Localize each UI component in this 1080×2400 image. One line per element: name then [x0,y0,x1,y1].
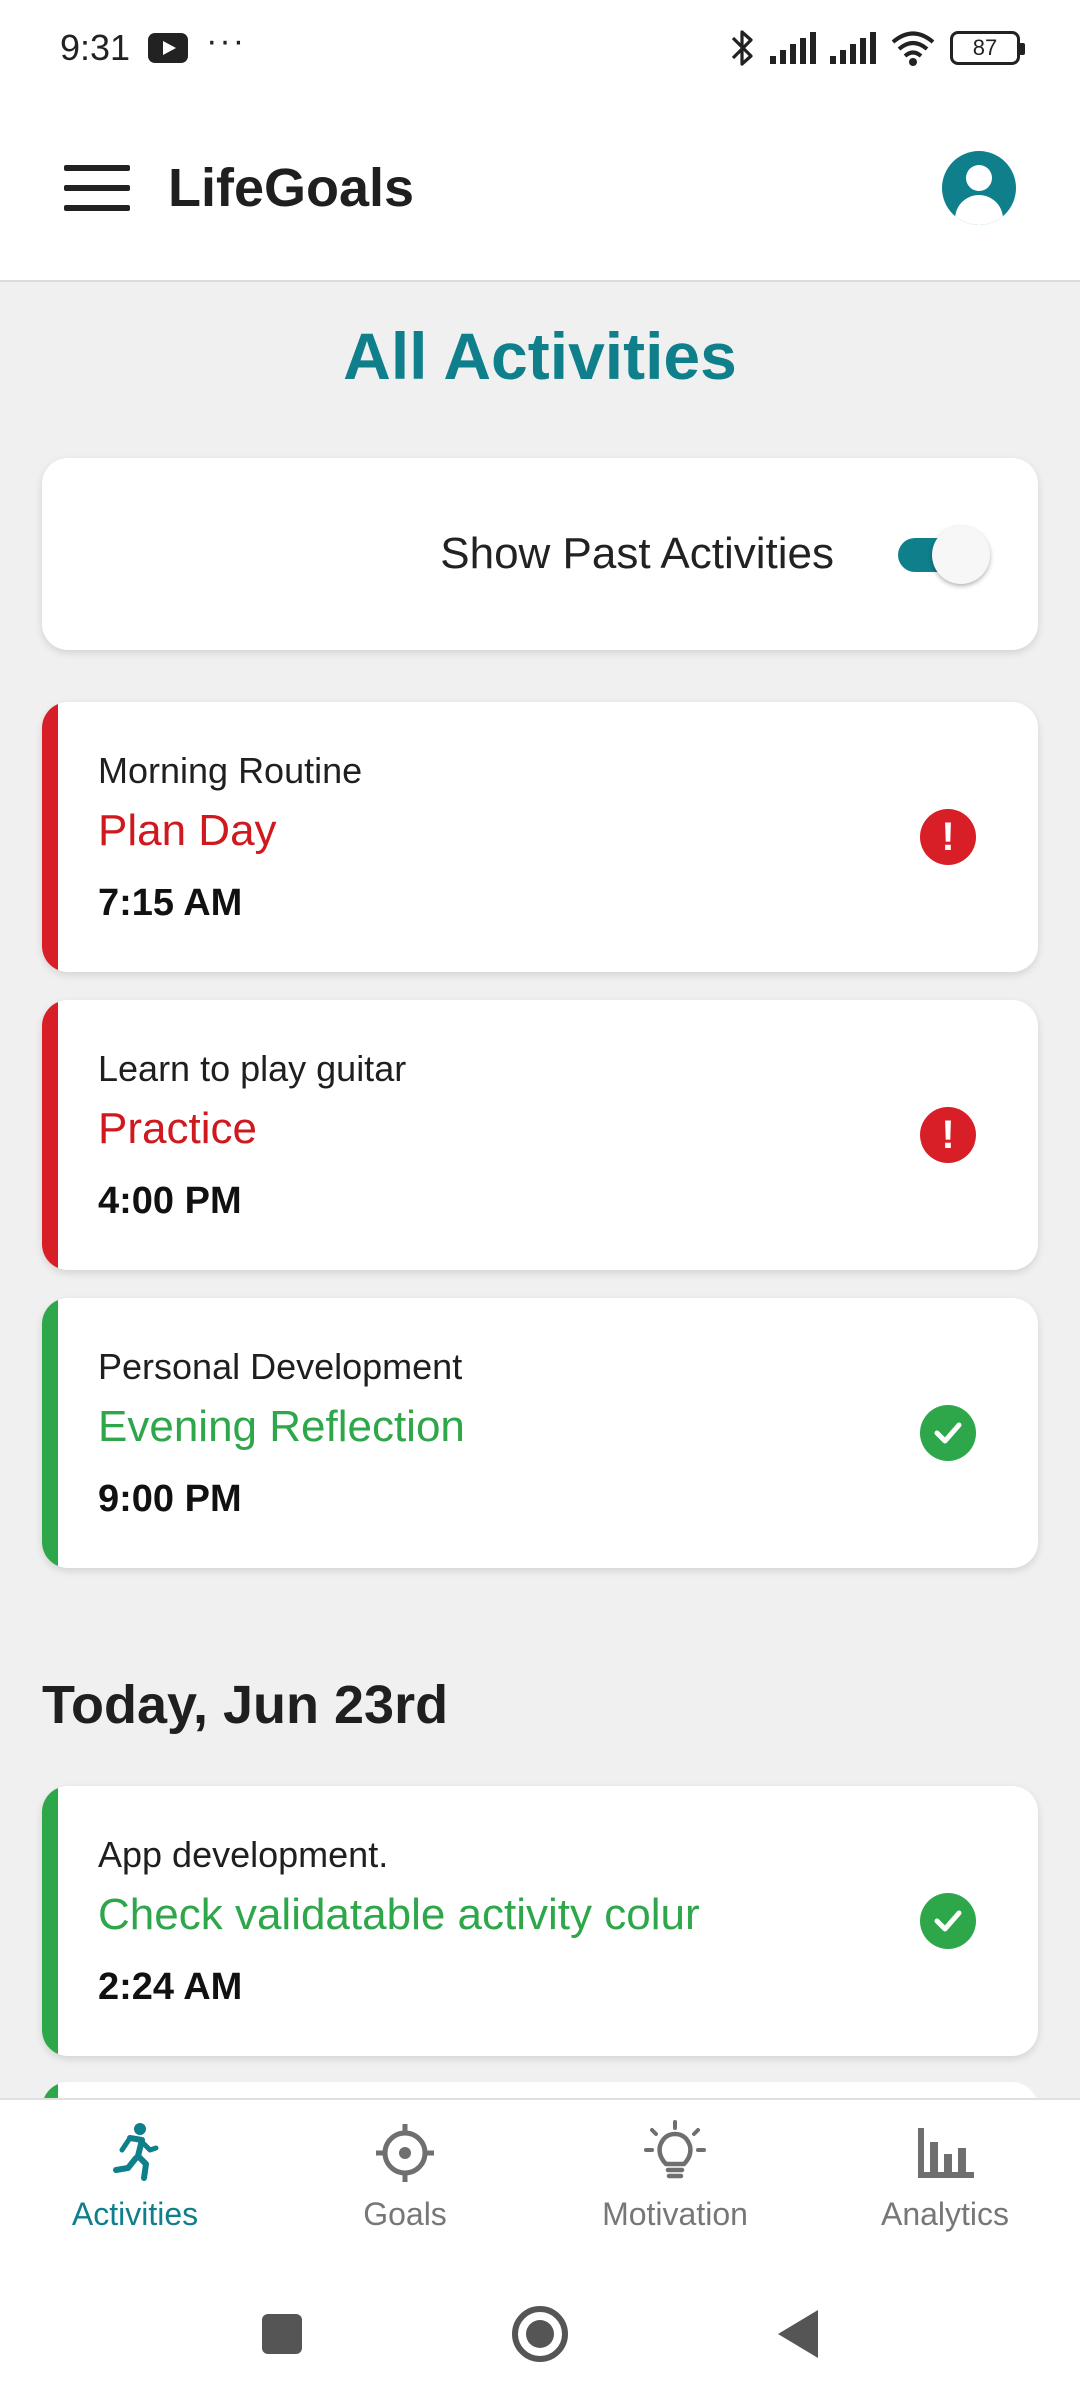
battery-level: 87 [972,35,998,60]
check-icon [920,1405,976,1461]
show-past-activities-label: Show Past Activities [440,529,834,578]
bluetooth-icon [731,30,753,66]
activity-time: 2:24 AM [98,1966,243,2008]
nav-tab-activities[interactable]: Activities [0,2100,270,2268]
nav-label: Activities [71,2196,199,2232]
status-bar: 9:31 ··· 87 [0,0,1080,96]
activity-time: 7:15 AM [98,882,243,924]
nav-tab-goals[interactable]: Goals [270,2100,540,2268]
status-accent-bar [42,702,58,972]
page-title: All Activities [343,319,737,393]
nav-label: Goals [363,2196,447,2232]
activity-name: Plan Day [98,806,277,855]
youtube-icon [148,33,189,63]
app-bar: LifeGoals [0,96,1080,282]
back-button[interactable] [778,2310,818,2358]
activity-card[interactable]: Personal Development Evening Reflection … [42,1298,1038,1568]
home-button[interactable] [512,2306,568,2362]
more-notifications-icon: ··· [206,22,247,60]
menu-icon[interactable] [64,165,130,211]
recent-apps-button[interactable] [262,2314,302,2354]
show-past-activities-toggle[interactable] [896,524,990,584]
activity-card[interactable]: App development. Check validatable activ… [42,1786,1038,2056]
lightbulb-icon [644,2120,706,2179]
nav-tab-motivation[interactable]: Motivation [540,2100,810,2268]
check-icon [920,1893,976,1949]
app-title: LifeGoals [168,158,415,218]
account-icon[interactable] [942,151,1016,225]
nav-label: Motivation [602,2196,748,2232]
exclamation-icon: ! [920,1107,976,1163]
cellular-signal-icon-2 [830,32,876,64]
activity-card[interactable]: Morning Routine Plan Day 7:15 AM ! [42,702,1038,972]
activity-time: 9:00 PM [98,1478,242,1520]
exclamation-icon: ! [920,809,976,865]
activity-goal: Morning Routine [98,750,363,791]
section-heading-today: Today, Jun 23rd [42,1675,449,1735]
activity-name: Evening Reflection [98,1402,465,1451]
bottom-navigation: Activities Goals Motivation Analytics [0,2098,1080,2268]
status-accent-bar [42,1786,58,2056]
activity-time: 4:00 PM [98,1180,242,1222]
status-accent-bar [42,1298,58,1568]
activity-name: Practice [98,1104,257,1153]
activity-goal: Personal Development [98,1346,463,1387]
crosshair-icon [376,2124,434,2182]
wifi-icon [891,31,935,66]
activity-goal: Learn to play guitar [98,1048,407,1089]
nav-label: Analytics [880,2196,1010,2232]
nav-tab-analytics[interactable]: Analytics [810,2100,1080,2268]
running-person-icon [113,2123,159,2181]
system-navigation-bar [0,2268,1080,2400]
status-time: 9:31 [60,27,131,68]
activity-goal: App development. [98,1834,389,1875]
bar-chart-icon [918,2128,974,2178]
status-accent-bar [42,1000,58,1270]
battery-icon: 87 [950,31,1025,65]
activity-card[interactable]: Learn to play guitar Practice 4:00 PM ! [42,1000,1038,1270]
past-activities-filter-card: Show Past Activities [42,458,1038,650]
activity-name: Check validatable activity colur [98,1890,700,1939]
cellular-signal-icon [770,32,816,64]
